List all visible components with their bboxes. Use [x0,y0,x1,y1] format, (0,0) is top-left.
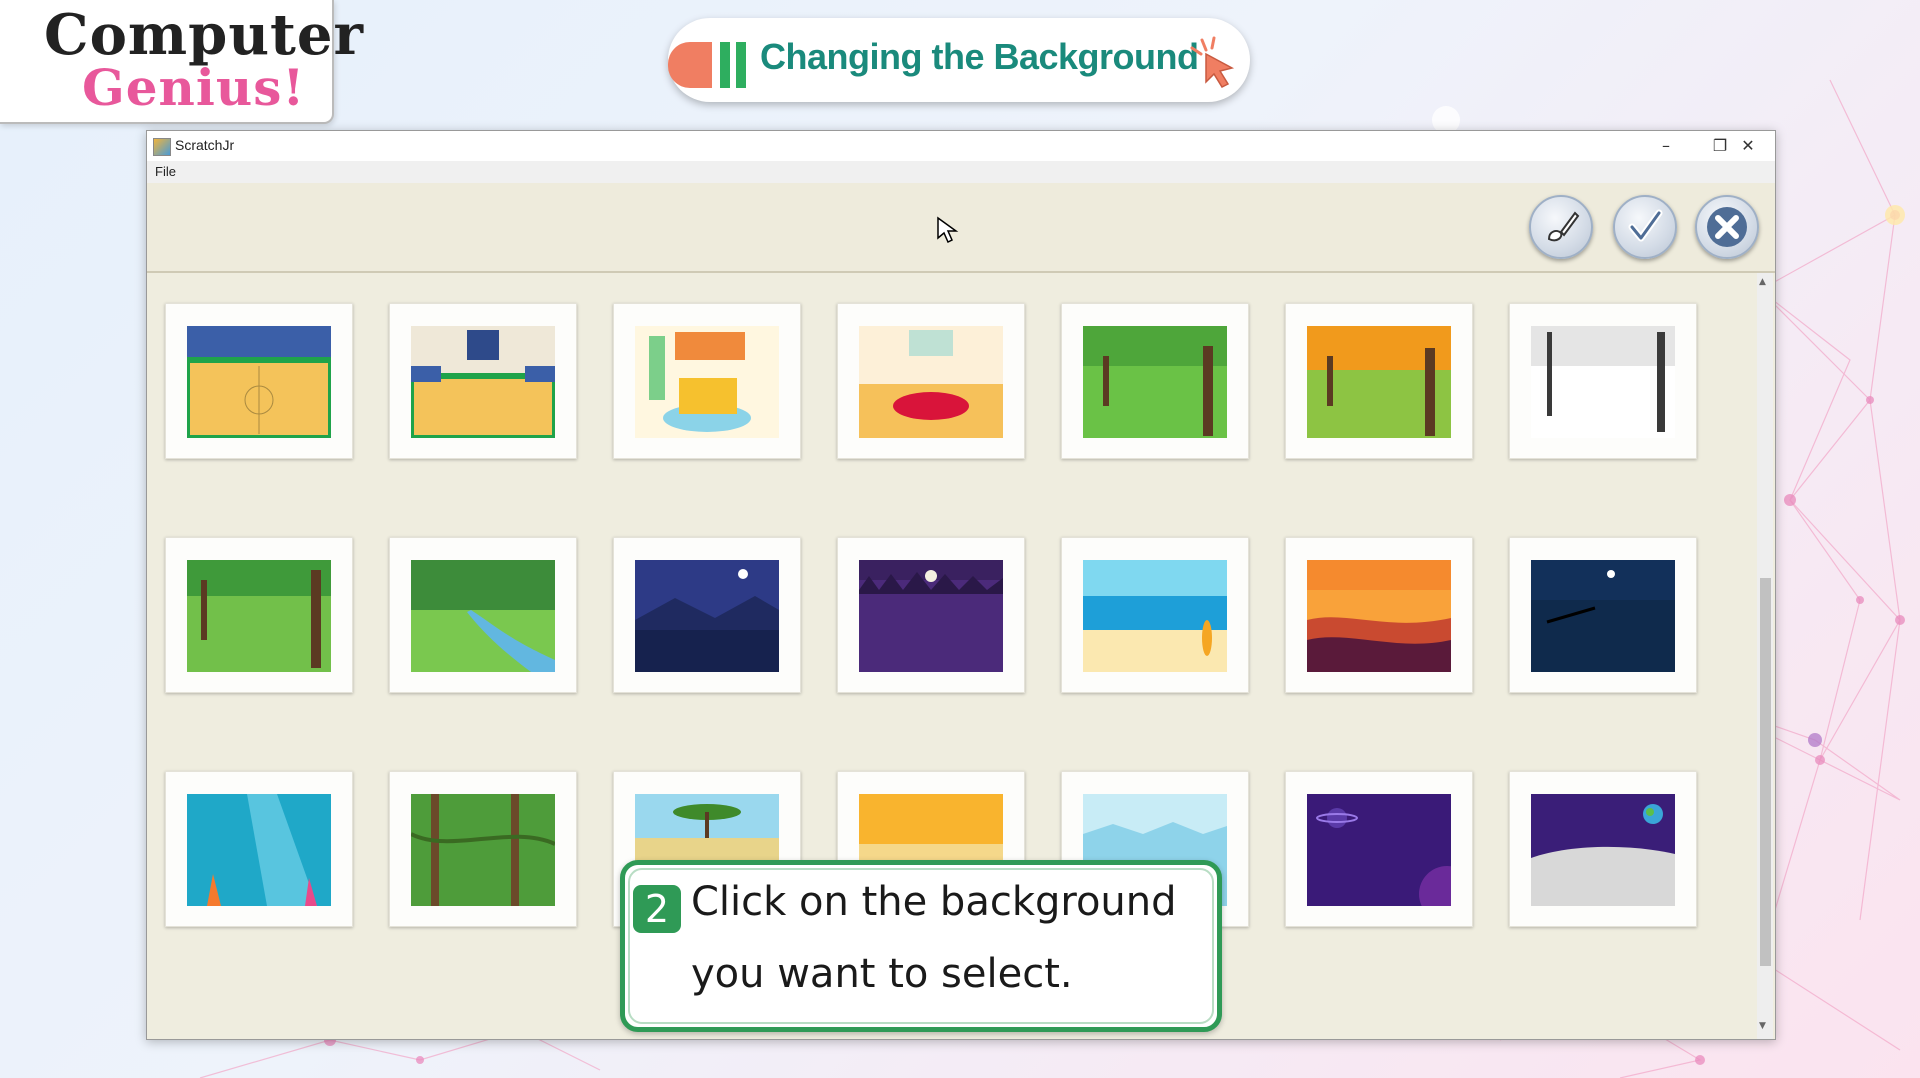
logo-line-2: Genius! [82,58,306,117]
cancel-button[interactable] [1695,195,1759,259]
bg-tile-jungle[interactable] [389,771,577,927]
beach-thumb [1083,560,1227,672]
bg-tile-underwater[interactable] [165,771,353,927]
jungle-thumb [411,794,555,906]
bg-tile-space[interactable] [1285,771,1473,927]
autumn-park-thumb [1307,326,1451,438]
scroll-up-arrow-icon[interactable]: ▲ [1759,277,1766,287]
lesson-title: Changing the Background [760,36,1199,77]
bg-tile-moon[interactable] [1509,771,1697,927]
forest-clearing-thumb [187,560,331,672]
scroll-down-arrow-icon[interactable]: ▼ [1759,1021,1766,1031]
bg-tile-beach[interactable] [1061,537,1249,693]
instruction-callout: 2 Click on the background you want to se… [620,860,1222,1032]
park-thumb [1083,326,1227,438]
instruction-line-1: Click on the background [691,879,1177,925]
confirm-button[interactable] [1613,195,1677,259]
step-number-badge: 2 [633,885,681,933]
minimize-button[interactable]: – [1639,131,1693,161]
banner-accent-coral [668,42,712,88]
window-title: ScratchJr [175,137,235,153]
window-titlebar: ScratchJr – ❐ ✕ [147,131,1775,161]
bg-tile-bedroom[interactable] [613,303,801,459]
scratchjr-app-icon [153,138,171,156]
bg-tile-winter-park[interactable] [1509,303,1697,459]
room-with-rug-thumb [859,326,1003,438]
paintbrush-icon [1547,211,1580,242]
forest-stream-thumb [411,560,555,672]
bg-tile-room-with-rug[interactable] [837,303,1025,459]
underwater-thumb [187,794,331,906]
instruction-line-2: you want to select. [691,951,1073,997]
space-thumb [1307,794,1451,906]
computer-genius-logo: Computer Genius! [0,0,363,124]
bg-tile-basketball-court-side[interactable] [165,303,353,459]
mouse-pointer-icon [937,216,959,244]
banner-accent-green-2 [736,42,746,88]
night-sea-pier-thumb [1531,560,1675,672]
menu-file[interactable]: File [155,164,176,179]
bg-tile-autumn-park[interactable] [1285,303,1473,459]
basketball-court-front-thumb [411,326,555,438]
bg-tile-night-lake[interactable] [613,537,801,693]
click-cursor-icon [1190,36,1235,88]
winter-park-thumb [1531,326,1675,438]
basketball-court-side-thumb [187,326,331,438]
bg-tile-sunset-sea[interactable] [1285,537,1473,693]
banner-accent-green-1 [720,42,730,88]
sunset-sea-thumb [1307,560,1451,672]
moon-thumb [1531,794,1675,906]
bedroom-thumb [635,326,779,438]
bg-tile-forest-stream[interactable] [389,537,577,693]
lesson-title-banner: Changing the Background [668,18,1250,102]
bg-tile-night-forest[interactable] [837,537,1025,693]
night-lake-thumb [635,560,779,672]
menu-bar: File [147,161,1775,183]
checkmark-icon [1628,209,1663,242]
night-forest-thumb [859,560,1003,672]
close-window-button[interactable]: ✕ [1721,131,1775,161]
bg-tile-forest-clearing[interactable] [165,537,353,693]
paint-editor-button[interactable] [1529,195,1593,259]
bg-tile-night-sea-pier[interactable] [1509,537,1697,693]
bg-tile-basketball-court-front[interactable] [389,303,577,459]
x-icon [1707,207,1747,247]
bg-tile-park[interactable] [1061,303,1249,459]
scroll-thumb[interactable] [1760,578,1771,966]
